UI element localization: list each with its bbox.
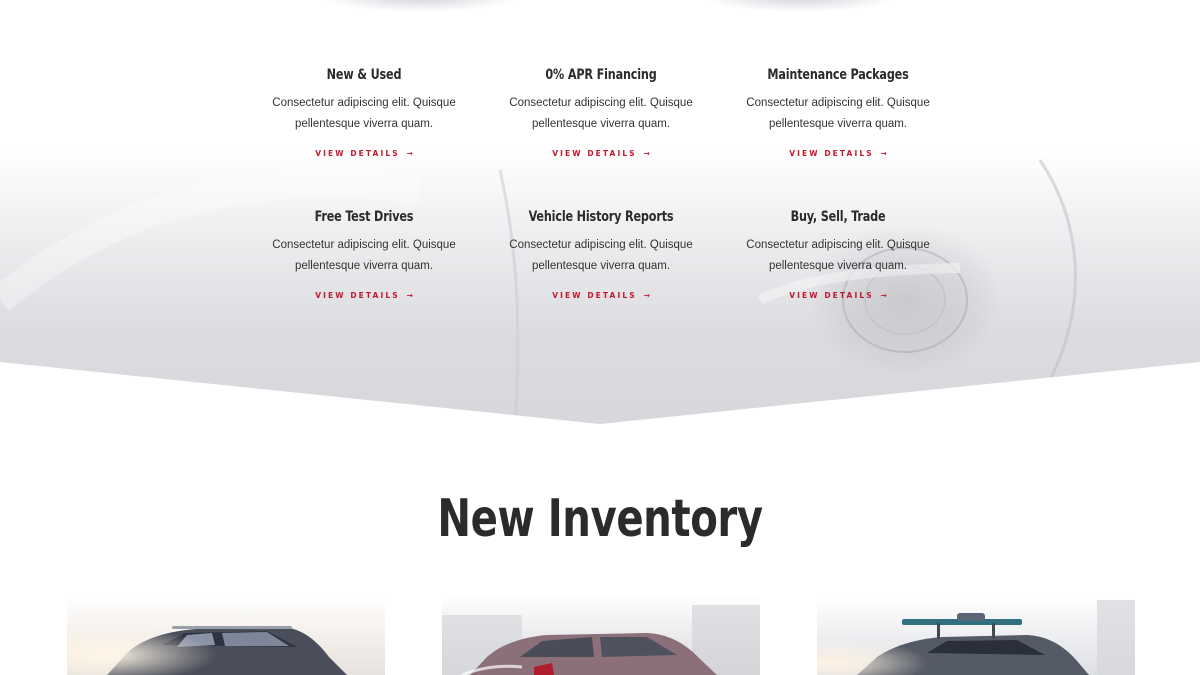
inventory-card-silver-suv[interactable] <box>67 595 385 675</box>
arrow-right-icon: → <box>406 149 413 158</box>
view-details-link[interactable]: View Details → <box>552 149 649 158</box>
view-details-label: View Details <box>552 291 637 300</box>
service-new-used: New & Used Consectetur adipiscing elit. … <box>244 66 484 161</box>
service-title: Vehicle History Reports <box>528 209 674 225</box>
service-maintenance-packages: Maintenance Packages Consectetur adipisc… <box>718 66 958 161</box>
service-description: Consectetur adipiscing elit. Quisque pel… <box>746 97 930 130</box>
red-sedan-photo <box>442 595 760 675</box>
inventory-heading: New Inventory <box>437 489 763 549</box>
arrow-right-icon: → <box>880 291 887 300</box>
view-details-link[interactable]: View Details → <box>315 149 412 158</box>
service-apr-financing: 0% APR Financing Consectetur adipiscing … <box>481 66 721 161</box>
arrow-right-icon: → <box>880 149 887 158</box>
service-title: 0% APR Financing <box>545 67 657 83</box>
silver-hatchback-roof-rack-photo <box>817 595 1135 675</box>
service-vehicle-history-reports: Vehicle History Reports Consectetur adip… <box>481 208 721 303</box>
arrow-right-icon: → <box>643 291 650 300</box>
service-title: Maintenance Packages <box>767 67 909 83</box>
service-free-test-drives: Free Test Drives Consectetur adipiscing … <box>244 208 484 303</box>
service-description: Consectetur adipiscing elit. Quisque pel… <box>272 239 456 272</box>
view-details-label: View Details <box>315 291 400 300</box>
page: New & Used Consectetur adipiscing elit. … <box>0 0 1200 675</box>
view-details-label: View Details <box>552 149 637 158</box>
view-details-link[interactable]: View Details → <box>315 291 412 300</box>
view-details-link[interactable]: View Details → <box>552 291 649 300</box>
service-description: Consectetur adipiscing elit. Quisque pel… <box>746 239 930 272</box>
view-details-link[interactable]: View Details → <box>789 149 886 158</box>
service-title: Free Test Drives <box>314 209 414 225</box>
arrow-right-icon: → <box>643 149 650 158</box>
view-details-label: View Details <box>789 291 874 300</box>
view-details-label: View Details <box>315 149 400 158</box>
inventory-card-red-sedan[interactable] <box>442 595 760 675</box>
service-description: Consectetur adipiscing elit. Quisque pel… <box>509 239 693 272</box>
service-title: New & Used <box>326 67 402 83</box>
service-description: Consectetur adipiscing elit. Quisque pel… <box>272 97 456 130</box>
service-description: Consectetur adipiscing elit. Quisque pel… <box>509 97 693 130</box>
view-details-label: View Details <box>789 149 874 158</box>
view-details-link[interactable]: View Details → <box>789 291 886 300</box>
service-title: Buy, Sell, Trade <box>790 209 886 225</box>
silver-suv-photo <box>67 595 385 675</box>
service-buy-sell-trade: Buy, Sell, Trade Consectetur adipiscing … <box>718 208 958 303</box>
inventory-card-silver-hatchback[interactable] <box>817 595 1135 675</box>
arrow-right-icon: → <box>406 291 413 300</box>
